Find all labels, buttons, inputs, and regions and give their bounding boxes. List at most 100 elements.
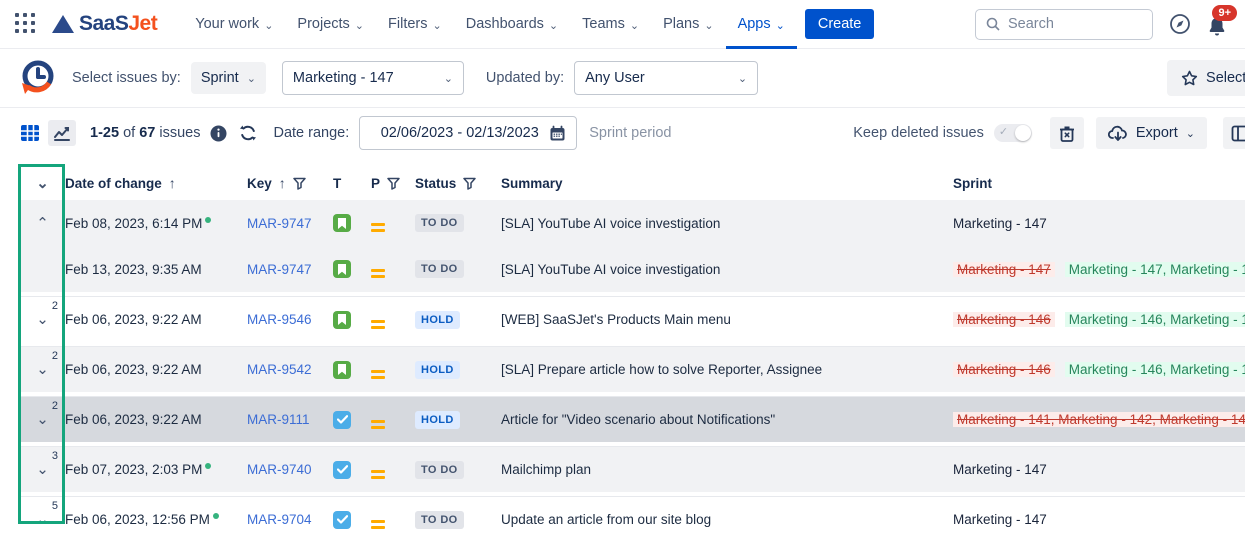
refresh-icon[interactable] <box>239 124 257 142</box>
story-type-icon <box>333 260 351 278</box>
issue-type-cell <box>333 411 371 429</box>
sprint-current-value: Marketing - 147 <box>953 216 1047 231</box>
table-row[interactable]: ⌄2Feb 06, 2023, 9:22 AMMAR-9546HOLD[WEB]… <box>20 296 1245 342</box>
sort-asc-icon[interactable]: ↑ <box>279 175 286 191</box>
priority-cell <box>371 511 415 529</box>
sprint-added-value: Marketing - 147, Marketing - 148 <box>1065 262 1245 277</box>
table-row[interactable]: ⌄2Feb 06, 2023, 9:22 AMMAR-9111HOLDArtic… <box>20 396 1245 442</box>
task-type-icon <box>333 511 351 529</box>
header-type[interactable]: T <box>333 176 371 191</box>
issue-type-cell <box>333 214 371 232</box>
sprint-added-value: Marketing - 146, Marketing - 147 <box>1065 312 1245 327</box>
sprint-removed-value: Marketing - 146 <box>953 312 1055 327</box>
collapse-all-header[interactable]: ⌄ <box>20 166 65 200</box>
sort-asc-icon[interactable]: ↑ <box>169 175 176 191</box>
issue-key-link[interactable]: MAR-9747 <box>247 262 312 277</box>
table-row[interactable]: ⌃Feb 08, 2023, 6:14 PMMAR-9747TO DO[SLA]… <box>20 200 1245 246</box>
info-icon[interactable] <box>210 125 227 142</box>
summary-cell: Article for "Video scenario about Notifi… <box>501 412 953 427</box>
table-row[interactable]: ⌄2Feb 06, 2023, 9:22 AMMAR-9542HOLD[SLA]… <box>20 346 1245 392</box>
saasjet-logo[interactable]: SaaSJet <box>52 12 157 36</box>
create-button[interactable]: Create <box>805 9 875 39</box>
sprint-select[interactable]: Marketing - 147 ⌄ <box>282 61 464 95</box>
table-row[interactable]: ⌄5Feb 06, 2023, 12:56 PMMAR-9704 TO DO Upd… <box>20 496 1245 535</box>
notifications-bell-icon[interactable]: 9+ <box>1205 9 1231 39</box>
summary-cell: Update an article from our site blog <box>501 512 953 527</box>
row-expander[interactable]: ⌄2 <box>20 397 65 442</box>
app-switcher-icon[interactable] <box>14 12 38 36</box>
updated-by-select[interactable]: Any User ⌄ <box>574 61 758 95</box>
chevron-down-icon: ⌄ <box>549 19 558 32</box>
filter-funnel-icon[interactable] <box>293 177 306 190</box>
table-row[interactable]: Feb 13, 2023, 9:35 AMMAR-9747TO DO[SLA] … <box>20 246 1245 292</box>
nav-item-your-work[interactable]: Your work⌄ <box>183 0 285 49</box>
row-expander[interactable]: ⌃ <box>20 200 65 246</box>
calendar-icon[interactable] <box>549 125 566 142</box>
nav-item-filters[interactable]: Filters⌄ <box>376 0 454 49</box>
nav-item-teams[interactable]: Teams⌄ <box>570 0 651 49</box>
top-navigation: SaaSJet Your work⌄ Projects⌄ Filters⌄ Da… <box>0 0 1245 49</box>
header-summary[interactable]: Summary <box>501 176 953 191</box>
row-expander[interactable]: ⌄2 <box>20 297 65 342</box>
date-range-input[interactable]: 02/06/2023 - 02/13/2023 <box>359 116 577 150</box>
export-button[interactable]: Export ⌄ <box>1096 117 1207 149</box>
date-of-change-cell: Feb 06, 2023, 9:22 AM <box>65 412 247 427</box>
priority-medium-icon <box>371 420 385 429</box>
search-input[interactable] <box>1008 16 1128 32</box>
issue-type-cell <box>333 361 371 379</box>
header-status[interactable]: Status <box>415 176 501 191</box>
keep-deleted-toggle[interactable]: ✓ <box>994 124 1032 142</box>
nav-item-apps[interactable]: Apps⌄ <box>726 0 797 49</box>
priority-cell <box>371 411 415 429</box>
task-type-icon <box>333 411 351 429</box>
row-expander[interactable]: ⌄2 <box>20 347 65 392</box>
header-sprint[interactable]: Sprint <box>953 176 1245 191</box>
table-view-icon[interactable] <box>16 120 44 146</box>
priority-medium-icon <box>371 470 385 479</box>
filter-funnel-icon[interactable] <box>463 177 476 190</box>
summary-cell: [WEB] SaaSJet's Products Main menu <box>501 312 953 327</box>
header-key[interactable]: Key ↑ <box>247 175 333 191</box>
issue-key-cell: MAR-9740 <box>247 462 333 477</box>
chevron-down-icon: ⌄ <box>1186 127 1195 140</box>
issue-key-link[interactable]: MAR-9542 <box>247 362 312 377</box>
search-box[interactable] <box>975 9 1153 40</box>
table-row[interactable]: ⌄3Feb 07, 2023, 2:03 PMMAR-9740TO DOMail… <box>20 446 1245 492</box>
discover-compass-icon[interactable] <box>1169 13 1191 35</box>
search-icon <box>986 17 1000 31</box>
header-priority[interactable]: P <box>371 176 415 191</box>
issue-mode-dropdown[interactable]: Sprint ⌄ <box>191 62 266 94</box>
issue-key-link[interactable]: MAR-9111 <box>247 412 310 427</box>
issue-key-link[interactable]: MAR-9747 <box>247 216 312 231</box>
story-type-icon <box>333 311 351 329</box>
change-count: 2 <box>52 400 58 412</box>
select-view-button[interactable]: Select Vi <box>1167 60 1245 96</box>
columns-button[interactable] <box>1223 117 1245 149</box>
issue-key-link[interactable]: MAR-9546 <box>247 312 312 327</box>
select-issues-by-label: Select issues by: <box>72 70 181 86</box>
filter-funnel-icon[interactable] <box>387 177 400 190</box>
chevron-down-icon: ⌄ <box>36 512 49 527</box>
nav-item-dashboards[interactable]: Dashboards⌄ <box>454 0 570 49</box>
issue-key-link[interactable]: MAR-9740 <box>247 462 312 477</box>
issue-type-cell <box>333 511 371 529</box>
change-count: 3 <box>52 450 58 462</box>
chevron-down-icon: ⌄ <box>355 19 364 32</box>
nav-item-plans[interactable]: Plans⌄ <box>651 0 726 49</box>
date-of-change-cell: Feb 06, 2023, 12:56 PM <box>65 512 247 527</box>
chevron-down-icon: ⌄ <box>36 412 49 427</box>
delete-button[interactable] <box>1050 117 1084 149</box>
row-expander[interactable]: ⌄5 <box>20 497 65 535</box>
chart-view-icon[interactable] <box>48 120 76 146</box>
chevron-up-icon: ⌃ <box>36 216 49 231</box>
logo-text-saas: SaaS <box>79 12 128 35</box>
status-badge: TO DO <box>415 511 464 529</box>
logo-triangle-icon <box>52 15 74 33</box>
toggle-knob <box>1015 125 1031 141</box>
header-date-of-change[interactable]: Date of change ↑ <box>65 175 247 191</box>
row-expander[interactable]: ⌄3 <box>20 447 65 492</box>
keep-deleted-issues-label: Keep deleted issues <box>853 125 984 141</box>
nav-item-projects[interactable]: Projects⌄ <box>285 0 376 49</box>
issue-key-link[interactable]: MAR-9704 <box>247 512 312 527</box>
sprint-current-value: Marketing - 147 <box>953 512 1047 527</box>
